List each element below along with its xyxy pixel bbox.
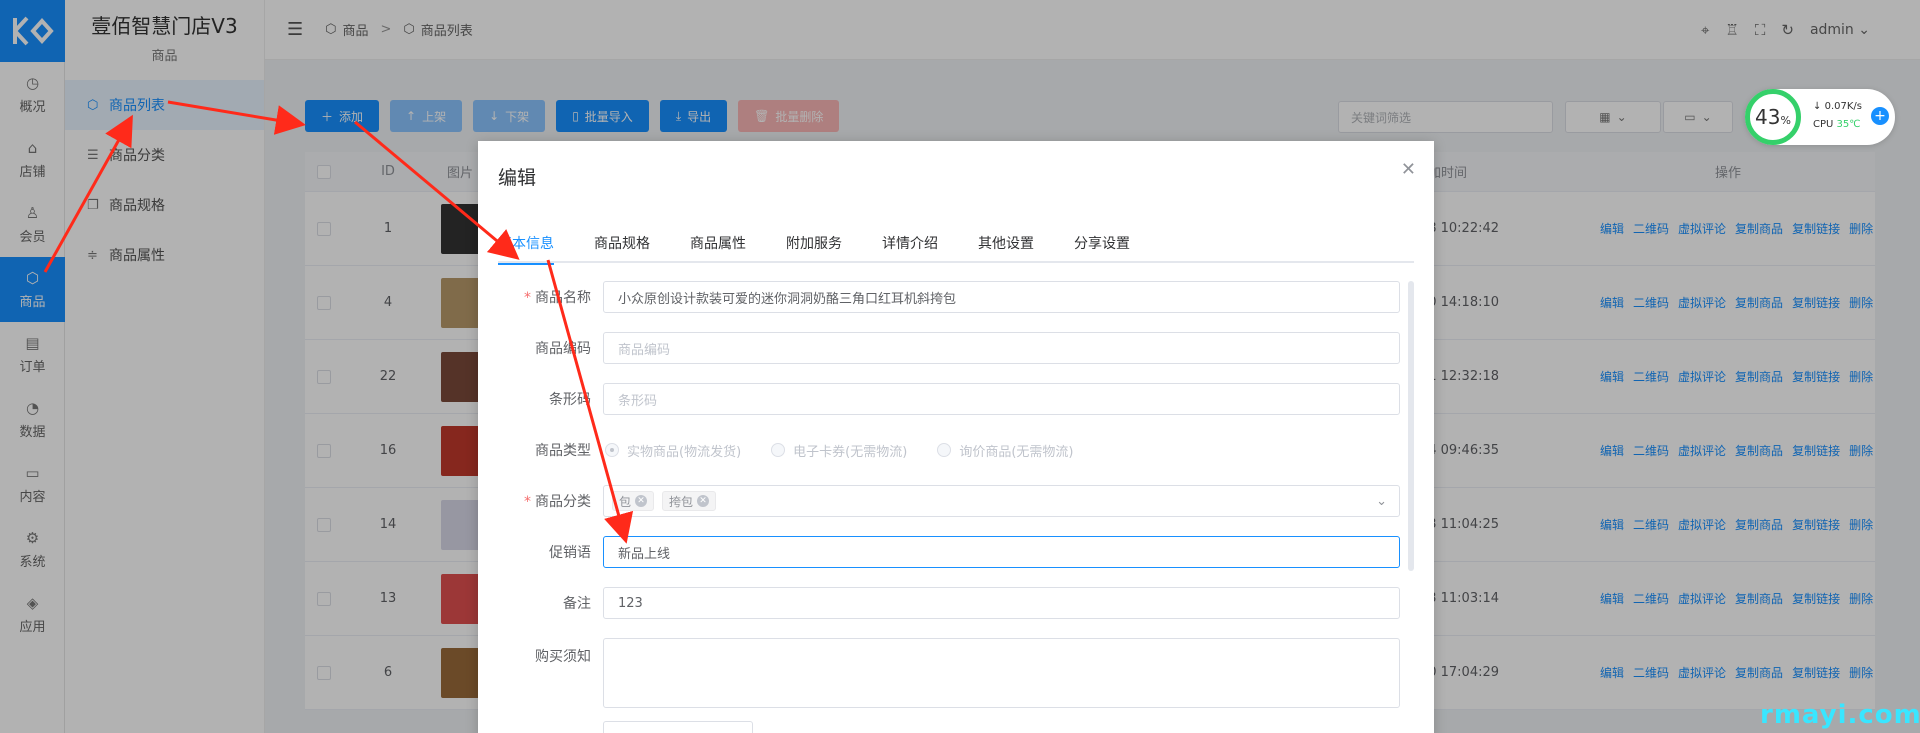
name-label: 商品名称 xyxy=(535,290,591,306)
tab-attr[interactable]: 商品属性 xyxy=(690,231,746,263)
tab-extra-service[interactable]: 附加服务 xyxy=(786,231,842,263)
arrow-down-icon: ↓ xyxy=(1813,101,1822,112)
tab-share[interactable]: 分享设置 xyxy=(1074,231,1130,263)
tab-spec[interactable]: 商品规格 xyxy=(594,231,650,263)
code-label: 商品编码 xyxy=(535,341,591,357)
tab-basic-info[interactable]: 基本信息 xyxy=(498,231,554,265)
network-speed: ↓ 0.07K/s xyxy=(1813,101,1862,112)
plus-icon[interactable]: + xyxy=(1871,107,1889,125)
type-radio-physical[interactable]: 实物商品(物流发货) xyxy=(605,441,741,460)
promo-input[interactable]: 新品上线 xyxy=(603,536,1400,568)
tag-label: 包 xyxy=(619,494,632,509)
dialog-scrollbar[interactable] xyxy=(1408,281,1414,571)
barcode-input[interactable]: 条形码 xyxy=(603,383,1400,415)
radio-dot xyxy=(771,443,786,457)
form-label: * 商品分类 xyxy=(524,494,591,510)
promo-label: 促销语 xyxy=(549,545,591,561)
next-field-input[interactable] xyxy=(603,721,753,733)
tag-close-icon[interactable]: ✕ xyxy=(635,495,648,507)
type-radio-ecard[interactable]: 电子卡券(无需物流) xyxy=(771,441,907,460)
cpu-temp: CPU 35℃ xyxy=(1813,119,1861,130)
tab-detail[interactable]: 详情介绍 xyxy=(882,231,938,263)
watermark-text: rmayi.com xyxy=(1760,700,1920,730)
type-label: 商品类型 xyxy=(535,443,591,459)
radio-label: 询价商品(无需物流) xyxy=(959,444,1074,460)
tab-other[interactable]: 其他设置 xyxy=(978,231,1034,263)
type-radio-inquiry[interactable]: 询价商品(无需物流) xyxy=(937,441,1073,460)
notice-label: 购买须知 xyxy=(535,649,591,665)
tag-label: 挎包 xyxy=(669,494,694,509)
close-icon[interactable]: ✕ xyxy=(1401,159,1416,180)
note-label: 备注 xyxy=(563,596,591,612)
dialog-tabs: 基本信息 商品规格 商品属性 附加服务 详情介绍 其他设置 分享设置 xyxy=(498,231,1414,265)
radio-label: 电子卡券(无需物流) xyxy=(793,444,908,460)
barcode-label: 条形码 xyxy=(549,392,591,408)
cpu-monitor-widget[interactable]: 43% ↓ 0.07K/s CPU 35℃ + xyxy=(1745,89,1895,145)
edit-dialog: 编辑 ✕ 基本信息 商品规格 商品属性 附加服务 详情介绍 其他设置 分享设置 … xyxy=(478,141,1434,733)
cpu-usage-ring: 43% xyxy=(1745,89,1801,145)
category-tag: 包 ✕ xyxy=(612,491,655,511)
category-label: 商品分类 xyxy=(535,494,591,510)
note-input[interactable]: 123 xyxy=(603,587,1400,619)
form-label: * 商品名称 xyxy=(524,290,591,306)
chevron-down-icon: ⌄ xyxy=(1376,493,1387,509)
goods-code-input[interactable]: 商品编码 xyxy=(603,332,1400,364)
purchase-notice-textarea[interactable] xyxy=(603,638,1400,708)
cpu-percent: 43 xyxy=(1755,105,1781,129)
category-select[interactable]: 包 ✕ 挎包 ✕ ⌄ xyxy=(603,485,1400,517)
radio-dot xyxy=(605,443,619,457)
cpu-percent-unit: % xyxy=(1780,113,1791,127)
tag-close-icon[interactable]: ✕ xyxy=(697,495,710,507)
radio-label: 实物商品(物流发货) xyxy=(627,444,742,460)
temp-label: CPU xyxy=(1813,119,1834,130)
speed-value: 0.07K/s xyxy=(1824,101,1862,112)
temp-value: 35℃ xyxy=(1836,119,1861,130)
category-tag: 挎包 ✕ xyxy=(662,491,717,511)
dialog-title: 编辑 xyxy=(498,167,537,189)
radio-dot xyxy=(937,443,952,457)
goods-name-input[interactable]: 小众原创设计款装可爱的迷你洞洞奶酪三角口红耳机斜挎包 xyxy=(603,281,1400,313)
